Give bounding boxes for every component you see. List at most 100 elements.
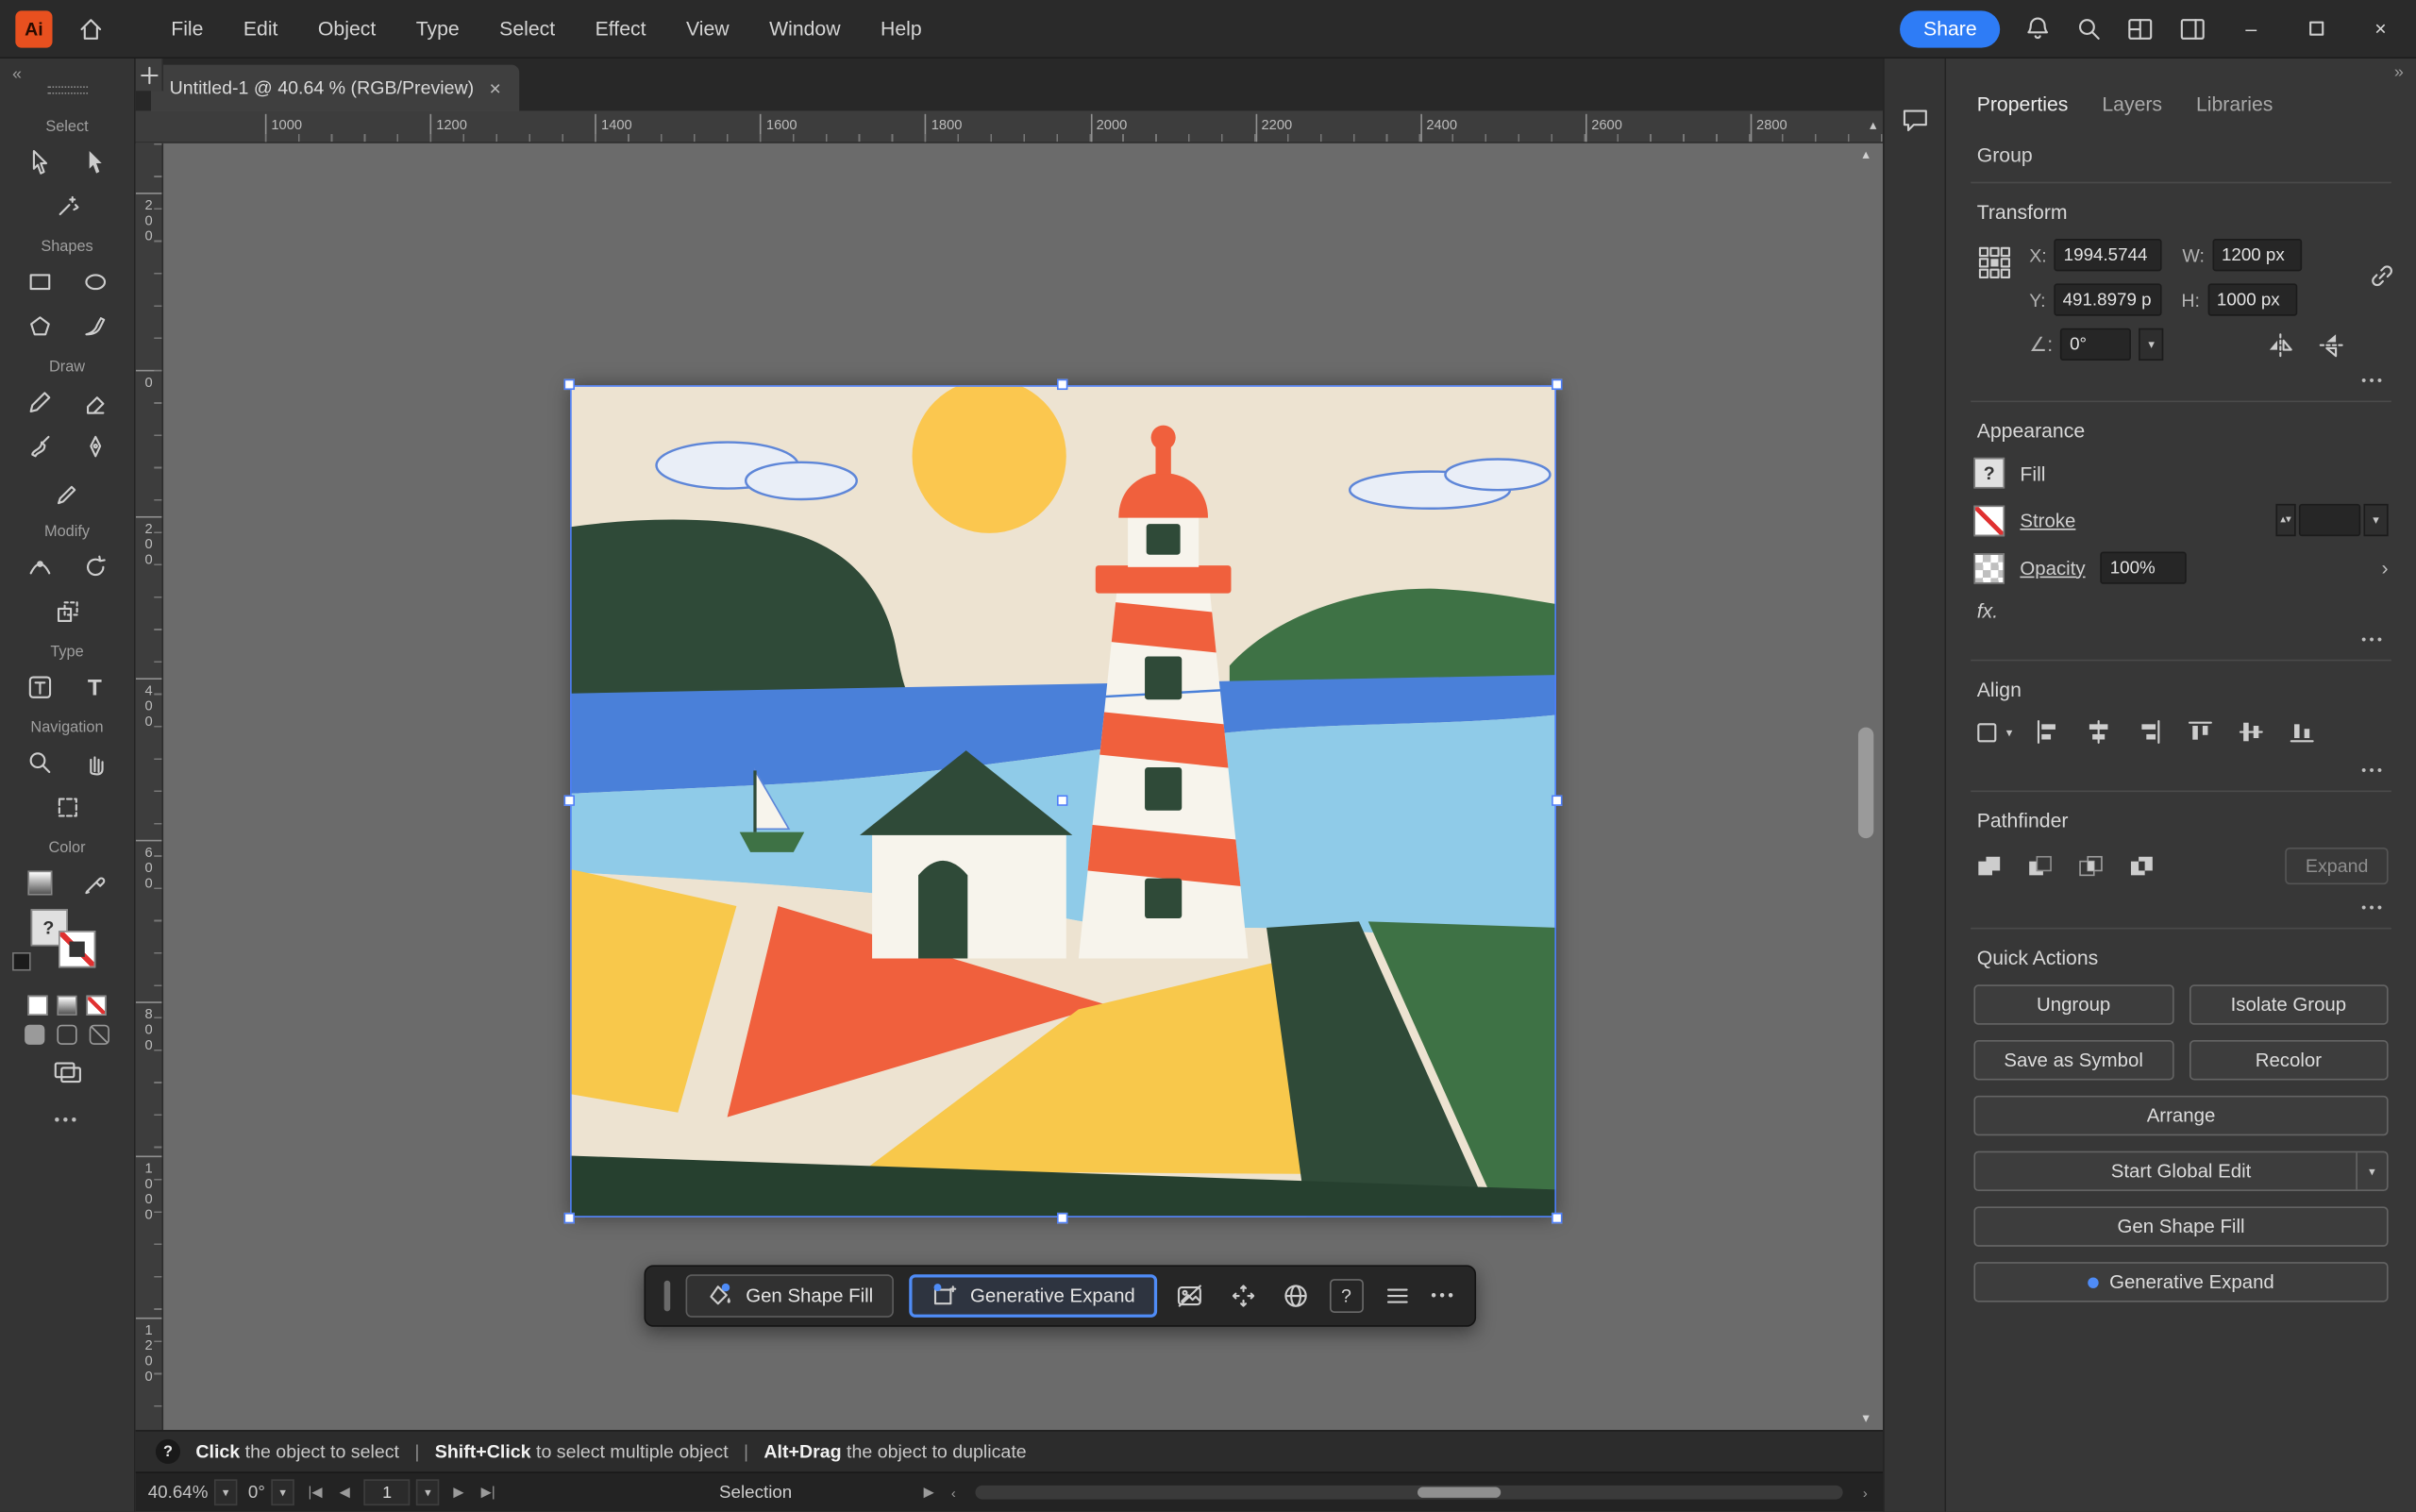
selection-handle-bottom-right[interactable]: [1552, 1213, 1562, 1223]
vertical-scrollbar-thumb[interactable]: [1858, 728, 1873, 839]
horizontal-scrollbar-thumb[interactable]: [1418, 1487, 1501, 1498]
stroke-label[interactable]: Stroke: [2020, 510, 2075, 531]
collapse-tools-icon[interactable]: «: [12, 65, 22, 84]
artboard-number-input[interactable]: 1: [364, 1479, 411, 1505]
workspace-layout-icon[interactable]: [2126, 16, 2154, 41]
scroll-up-arrow[interactable]: ▴: [1870, 117, 1876, 134]
menu-item-select[interactable]: Select: [482, 10, 572, 46]
save-as-symbol-button[interactable]: Save as Symbol: [1973, 1040, 2173, 1080]
opacity-label[interactable]: Opacity: [2020, 557, 2085, 579]
horizontal-scrollbar[interactable]: [976, 1486, 1843, 1500]
ellipse-tool[interactable]: [76, 263, 113, 300]
scroll-left-arrow[interactable]: ‹: [948, 1485, 959, 1500]
panel-layout-icon[interactable]: [2179, 16, 2206, 41]
menu-item-help[interactable]: Help: [864, 10, 939, 46]
ruler-left[interactable]: 2 0 002 0 04 0 06 0 08 0 01 0 0 01 2 0 0: [136, 143, 163, 1430]
chevron-down-icon[interactable]: ▾: [271, 1479, 294, 1505]
draw-behind-mode-icon[interactable]: [57, 1025, 76, 1045]
more-tools-button[interactable]: •••: [0, 1113, 134, 1130]
hide-preview-icon[interactable]: [1172, 1277, 1209, 1314]
close-button[interactable]: ×: [2360, 10, 2400, 47]
notifications-bell-icon[interactable]: [2024, 15, 2051, 42]
align-top-icon[interactable]: [2185, 716, 2216, 748]
next-artboard-button[interactable]: ▶: [450, 1484, 467, 1501]
scrollbar-down-arrow[interactable]: ▾: [1856, 1410, 1875, 1427]
constrain-proportions-link-icon[interactable]: [2367, 260, 2398, 292]
menu-item-effect[interactable]: Effect: [579, 10, 663, 46]
ungroup-button[interactable]: Ungroup: [1973, 984, 2173, 1024]
stroke-weight-stepper[interactable]: ▴▾: [2275, 504, 2295, 536]
selection-tool[interactable]: [76, 143, 113, 180]
paintbrush-tool[interactable]: [21, 428, 58, 465]
effects-fx-button[interactable]: fx.: [1977, 599, 2386, 622]
previous-artboard-button[interactable]: ◀: [336, 1484, 353, 1501]
x-input[interactable]: 1994.5744: [2055, 239, 2162, 271]
minimize-button[interactable]: –: [2231, 10, 2271, 47]
appearance-more-options[interactable]: •••: [1977, 631, 2386, 647]
pathfinder-minus-front-icon[interactable]: [2024, 850, 2055, 882]
zoom-level-select[interactable]: 40.64% ▾: [148, 1479, 238, 1505]
fill-stroke-proxy[interactable]: ?: [21, 909, 113, 983]
flip-horizontal-icon[interactable]: [2265, 330, 2296, 358]
touch-type-tool[interactable]: [21, 669, 58, 706]
magic-wand-tool[interactable]: [48, 188, 85, 225]
selection-handle-top-right[interactable]: [1552, 379, 1562, 390]
first-artboard-button[interactable]: |◀: [305, 1484, 326, 1501]
eraser-tool[interactable]: [76, 384, 113, 421]
last-artboard-button[interactable]: ▶|: [478, 1484, 498, 1501]
menu-item-object[interactable]: Object: [301, 10, 393, 46]
width-input[interactable]: 1200 px: [2212, 239, 2302, 271]
selection-handle-middle-right[interactable]: [1552, 795, 1562, 805]
zoom-tool[interactable]: [21, 745, 58, 781]
maximize-button[interactable]: [2296, 10, 2336, 47]
pencil-tool[interactable]: [21, 384, 58, 421]
ruler-origin-corner[interactable]: [136, 59, 163, 91]
pen-tool[interactable]: [76, 428, 113, 465]
selection-handle-middle-left[interactable]: [564, 795, 575, 805]
shaper-tool[interactable]: [48, 473, 85, 510]
chevron-down-icon[interactable]: ▾: [2356, 1152, 2387, 1189]
chevron-down-icon[interactable]: ▾: [2139, 328, 2164, 361]
taskbar-help-button[interactable]: ?: [1329, 1279, 1363, 1313]
color-swatch-none[interactable]: [86, 996, 106, 1016]
taskbar-menu-icon[interactable]: [1379, 1277, 1416, 1314]
shear-tool[interactable]: [76, 309, 113, 345]
gen-shape-fill-button[interactable]: Gen Shape Fill: [686, 1274, 894, 1318]
align-right-icon[interactable]: [2134, 716, 2165, 748]
menu-item-file[interactable]: File: [154, 10, 220, 46]
isolate-group-button[interactable]: Isolate Group: [2189, 984, 2388, 1024]
align-horizontal-center-icon[interactable]: [2083, 716, 2114, 748]
pathfinder-intersect-icon[interactable]: [2075, 850, 2106, 882]
height-input[interactable]: 1000 px: [2207, 283, 2297, 315]
scroll-right-arrow[interactable]: ›: [1860, 1485, 1871, 1500]
recolor-button[interactable]: Recolor: [2189, 1040, 2388, 1080]
artboard[interactable]: [570, 385, 1556, 1218]
free-transform-icon[interactable]: [1224, 1277, 1261, 1314]
search-icon[interactable]: [2075, 15, 2102, 42]
help-circle-icon[interactable]: ?: [156, 1439, 180, 1464]
document-tab[interactable]: Untitled-1 @ 40.64 % (RGB/Preview) ×: [151, 65, 520, 111]
home-icon[interactable]: [77, 15, 105, 42]
selection-handle-bottom-left[interactable]: [564, 1213, 575, 1223]
gradient-tool[interactable]: [21, 865, 58, 901]
ruler-top[interactable]: ▴ 10001200140016001800200022002400260028…: [136, 111, 1883, 143]
eyedropper-tool[interactable]: [76, 865, 113, 901]
collapse-panel-icon[interactable]: »: [2394, 63, 2404, 82]
align-left-icon[interactable]: [2032, 716, 2063, 748]
gen-shape-fill-quick-button[interactable]: Gen Shape Fill: [1973, 1206, 2388, 1246]
arrange-button[interactable]: Arrange: [1973, 1096, 2388, 1135]
share-button[interactable]: Share: [1901, 10, 2001, 47]
align-vertical-center-icon[interactable]: [2236, 716, 2267, 748]
chevron-down-icon[interactable]: ▾: [2363, 504, 2388, 536]
rotation-select[interactable]: 0° ▾: [248, 1479, 294, 1505]
menu-item-edit[interactable]: Edit: [226, 10, 294, 46]
pathfinder-unite-icon[interactable]: [1973, 850, 2005, 882]
reference-point-locator[interactable]: [1977, 245, 2014, 282]
stroke-swatch-none[interactable]: [58, 931, 94, 967]
comment-bubble-icon[interactable]: [1899, 105, 1930, 136]
document-tab-close-icon[interactable]: ×: [490, 76, 501, 99]
color-swatch-gradient[interactable]: [57, 996, 76, 1016]
tab-libraries[interactable]: Libraries: [2196, 92, 2273, 114]
taskbar-drag-grip[interactable]: [664, 1281, 671, 1312]
generative-expand-button[interactable]: Generative Expand: [909, 1274, 1157, 1318]
